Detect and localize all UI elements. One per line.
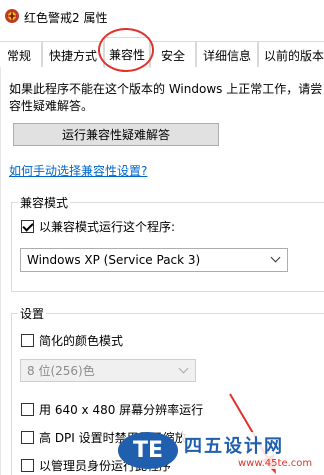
app-icon bbox=[5, 9, 19, 23]
compat-mode-checkbox-label: 以兼容模式运行这个程序: bbox=[39, 220, 176, 234]
watermark-url: www.45te.com bbox=[238, 458, 313, 469]
run-troubleshooter-button[interactable]: 运行兼容性疑难解答 bbox=[13, 123, 219, 146]
os-version-select[interactable]: Windows XP (Service Pack 3) bbox=[20, 248, 288, 272]
compat-description: 如果此程序不能在这个版本的 Windows 上正常工作，请尝 容性疑难解答。 bbox=[9, 81, 324, 115]
reduced-color-label: 简化的颜色模式 bbox=[39, 334, 124, 348]
os-version-value: Windows XP (Service Pack 3) bbox=[27, 253, 201, 267]
tab-strip: 常规 快捷方式 兼容性 安全 详细信息 以前的版本 bbox=[0, 36, 324, 68]
settings-group-label: 设置 bbox=[18, 305, 47, 322]
tab-shortcut[interactable]: 快捷方式 bbox=[42, 41, 104, 67]
tab-security[interactable]: 安全 bbox=[150, 41, 196, 67]
tab-previous-versions[interactable]: 以前的版本 bbox=[258, 41, 324, 67]
description-line-2: 容性疑难解答。 bbox=[9, 99, 94, 113]
reduced-color-row[interactable]: 简化的颜色模式 bbox=[21, 332, 123, 349]
dpi-checkbox[interactable] bbox=[21, 431, 34, 444]
compat-mode-checkbox[interactable] bbox=[21, 220, 34, 233]
resolution-label: 用 640 x 480 屏幕分辨率运行 bbox=[39, 403, 204, 417]
title-bar: 红色警戒2 属性 bbox=[0, 0, 324, 36]
window-title: 红色警戒2 属性 bbox=[24, 11, 108, 25]
watermark-title: 四五设计网 bbox=[182, 432, 286, 458]
manual-settings-link[interactable]: 如何手动选择兼容性设置? bbox=[9, 162, 147, 179]
watermark-logo: TE bbox=[118, 432, 178, 469]
compat-mode-checkbox-row[interactable]: 以兼容模式运行这个程序: bbox=[21, 218, 175, 235]
description-line-1: 如果此程序不能在这个版本的 Windows 上正常工作，请尝 bbox=[9, 82, 323, 96]
chevron-down-icon bbox=[270, 252, 281, 263]
chevron-down-icon bbox=[178, 363, 189, 373]
watermark: TE 四五设计网 www.45te.com bbox=[118, 432, 324, 475]
tab-compatibility[interactable]: 兼容性 bbox=[104, 37, 150, 68]
admin-checkbox[interactable] bbox=[21, 459, 34, 472]
color-depth-value: 8 位(256)色 bbox=[27, 364, 95, 378]
reduced-color-checkbox[interactable] bbox=[21, 334, 34, 347]
compatibility-panel: 如果此程序不能在这个版本的 Windows 上正常工作，请尝 容性疑难解答。 运… bbox=[0, 67, 324, 475]
tab-details[interactable]: 详细信息 bbox=[196, 41, 258, 67]
tab-general[interactable]: 常规 bbox=[0, 41, 42, 67]
compat-mode-group: 兼容模式 以兼容模式运行这个程序: Windows XP (Service Pa… bbox=[11, 194, 324, 292]
resolution-checkbox[interactable] bbox=[21, 403, 34, 416]
color-depth-select[interactable]: 8 位(256)色 bbox=[20, 359, 196, 382]
resolution-row[interactable]: 用 640 x 480 屏幕分辨率运行 bbox=[21, 401, 203, 418]
compat-mode-group-label: 兼容模式 bbox=[18, 194, 71, 211]
